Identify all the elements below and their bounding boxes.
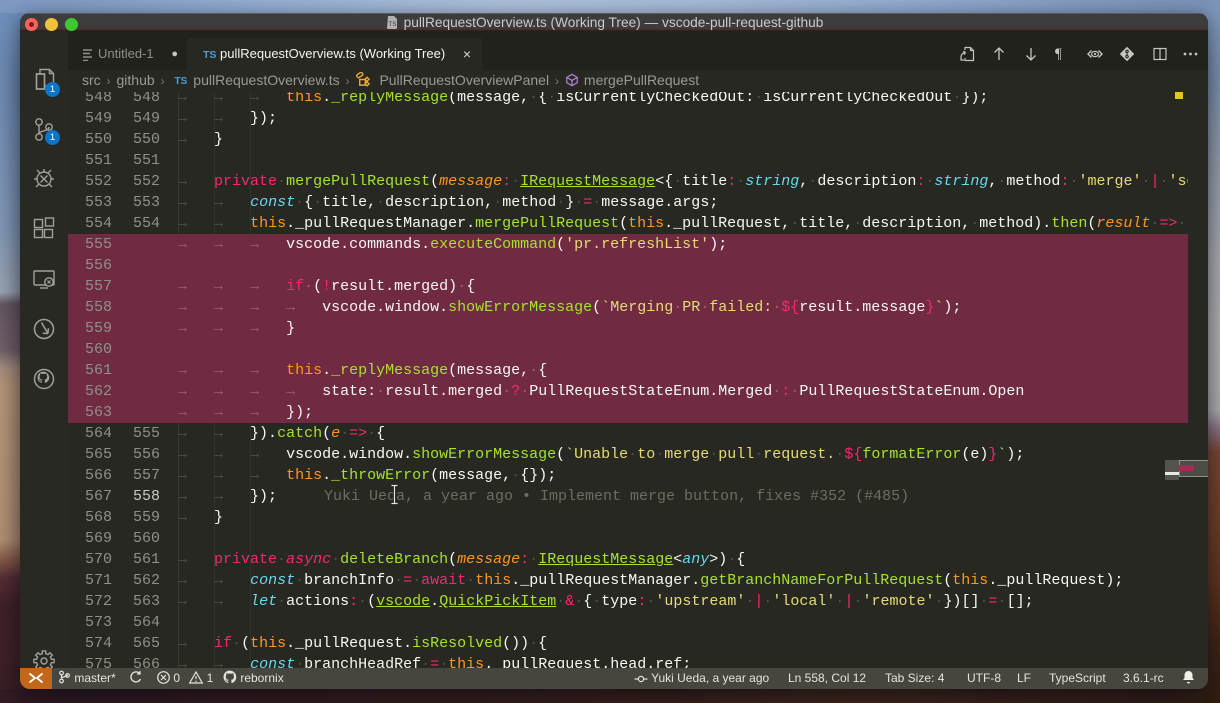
- svg-text:TS: TS: [388, 22, 396, 28]
